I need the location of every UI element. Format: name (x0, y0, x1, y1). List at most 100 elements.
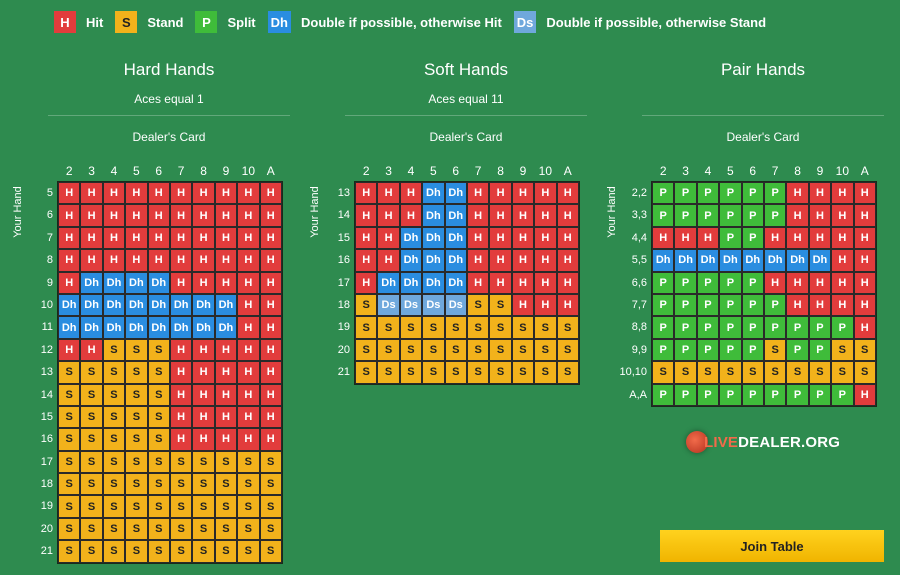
hand-row-header: 5,5 (631, 254, 647, 267)
strategy-cell: S (466, 293, 490, 317)
your-hand-label: Your Hand (308, 186, 321, 238)
strategy-cell: P (831, 316, 854, 339)
strategy-cell: S (80, 473, 103, 496)
strategy-cell: S (80, 517, 103, 541)
strategy-cell: H (808, 226, 832, 250)
strategy-cell: H (214, 271, 238, 294)
strategy-cell: Dh (147, 271, 170, 294)
dealer-card-header: 5 (430, 164, 437, 178)
pair-strategy-grid: P P P P P P H H H H P P P P P P H H H H H H H P P H H H H H Dh Dh Dh Dh Dh… (651, 181, 877, 407)
strategy-cell: S (125, 383, 148, 406)
strategy-cell: H (214, 361, 238, 384)
strategy-cell: S (125, 473, 148, 496)
strategy-cell: P (674, 383, 697, 406)
strategy-cell: S (147, 540, 170, 563)
join-table-button[interactable]: Join Table (660, 530, 884, 562)
strategy-cell: H (808, 271, 832, 294)
strategy-cell: S (237, 473, 260, 496)
strategy-cell: H (169, 204, 193, 227)
hand-row-headers: 13 14 15 16 17 18 19 20 21 (319, 182, 355, 384)
strategy-cell: S (58, 495, 81, 518)
strategy-cell: H (58, 271, 81, 294)
strategy-cell: P (696, 383, 720, 406)
strategy-cell: S (169, 495, 193, 518)
strategy-cell: H (853, 271, 876, 294)
strategy-cell: H (147, 204, 170, 227)
strategy-cell: P (652, 338, 675, 362)
strategy-cell: H (511, 271, 535, 294)
strategy-cell: S (214, 473, 238, 496)
hand-row-header: 8,8 (631, 321, 647, 334)
strategy-cell: S (399, 361, 423, 384)
strategy-cell: S (853, 338, 876, 362)
strategy-cell: S (102, 383, 126, 406)
strategy-cell: H (259, 182, 282, 205)
strategy-cell: S (80, 383, 103, 406)
dealer-card-headers: 2 3 4 5 6 7 8 9 10 A (58, 164, 282, 178)
dealer-card-header: 10 (835, 164, 849, 178)
strategy-cell: Dh (80, 293, 103, 317)
strategy-cell: H (214, 182, 238, 205)
strategy-cell: Dh (192, 293, 215, 317)
hand-row-header: 12 (40, 343, 53, 356)
strategy-cell: H (355, 182, 378, 205)
strategy-cell: H (674, 226, 697, 250)
strategy-cell: P (763, 204, 787, 227)
strategy-cell: H (808, 204, 832, 227)
strategy-cell: P (763, 293, 787, 317)
strategy-cell: S (102, 473, 126, 496)
strategy-cell: H (192, 361, 215, 384)
strategy-cell: Dh (422, 271, 445, 294)
strategy-cell: S (466, 316, 490, 339)
dealer-card-header: 8 (200, 164, 207, 178)
strategy-cell: Dh (399, 271, 423, 294)
strategy-cell: H (169, 226, 193, 250)
strategy-cell: S (147, 495, 170, 518)
strategy-cell: Dh (422, 182, 445, 205)
strategy-cell: H (466, 271, 490, 294)
strategy-cell: H (80, 204, 103, 227)
strategy-cell: Dh (214, 293, 238, 317)
strategy-cell: P (674, 271, 697, 294)
strategy-cell: H (831, 204, 854, 227)
strategy-cell: S (58, 450, 81, 474)
hand-row-header: 11 (41, 321, 53, 334)
strategy-cell: S (147, 450, 170, 474)
strategy-cell: S (58, 361, 81, 384)
strategy-cell: H (80, 226, 103, 250)
strategy-cell: H (237, 405, 260, 429)
strategy-cell: P (652, 383, 675, 406)
dealer-card-header: 10 (538, 164, 552, 178)
logo-prefix: LIVE (704, 433, 739, 451)
soft-strategy-grid: H H H Dh Dh H H H H H H H H Dh Dh H H H H H H H Dh Dh Dh H H H H H H H D… (354, 181, 580, 385)
strategy-cell: S (80, 405, 103, 429)
strategy-cell: H (466, 226, 490, 250)
strategy-cell: S (147, 405, 170, 429)
strategy-cell: P (674, 182, 697, 205)
strategy-cell: H (58, 338, 81, 362)
strategy-cell: S (534, 338, 557, 362)
strategy-cell: P (696, 182, 720, 205)
strategy-cell: S (125, 361, 148, 384)
strategy-cell: Dh (741, 249, 764, 272)
strategy-cell: P (763, 383, 787, 406)
strategy-cell: H (192, 428, 215, 451)
strategy-cell: H (192, 226, 215, 250)
strategy-cell: S (192, 540, 215, 563)
hand-row-header: 8 (46, 254, 53, 267)
legend-swatch: Dh (267, 11, 291, 33)
strategy-cell: S (534, 316, 557, 339)
strategy-cell: H (259, 338, 282, 362)
hand-row-header: 14 (337, 209, 350, 222)
strategy-cell: H (169, 182, 193, 205)
dealer-card-label: Dealer's Card (132, 130, 206, 144)
strategy-cell: Ds (422, 293, 445, 317)
strategy-cell: H (556, 271, 579, 294)
strategy-cell: P (719, 338, 742, 362)
strategy-cell: S (214, 450, 238, 474)
strategy-cell: H (831, 226, 854, 250)
strategy-cell: H (853, 249, 876, 272)
strategy-cell: Dh (125, 271, 148, 294)
strategy-cell: P (696, 204, 720, 227)
strategy-cell: H (147, 182, 170, 205)
